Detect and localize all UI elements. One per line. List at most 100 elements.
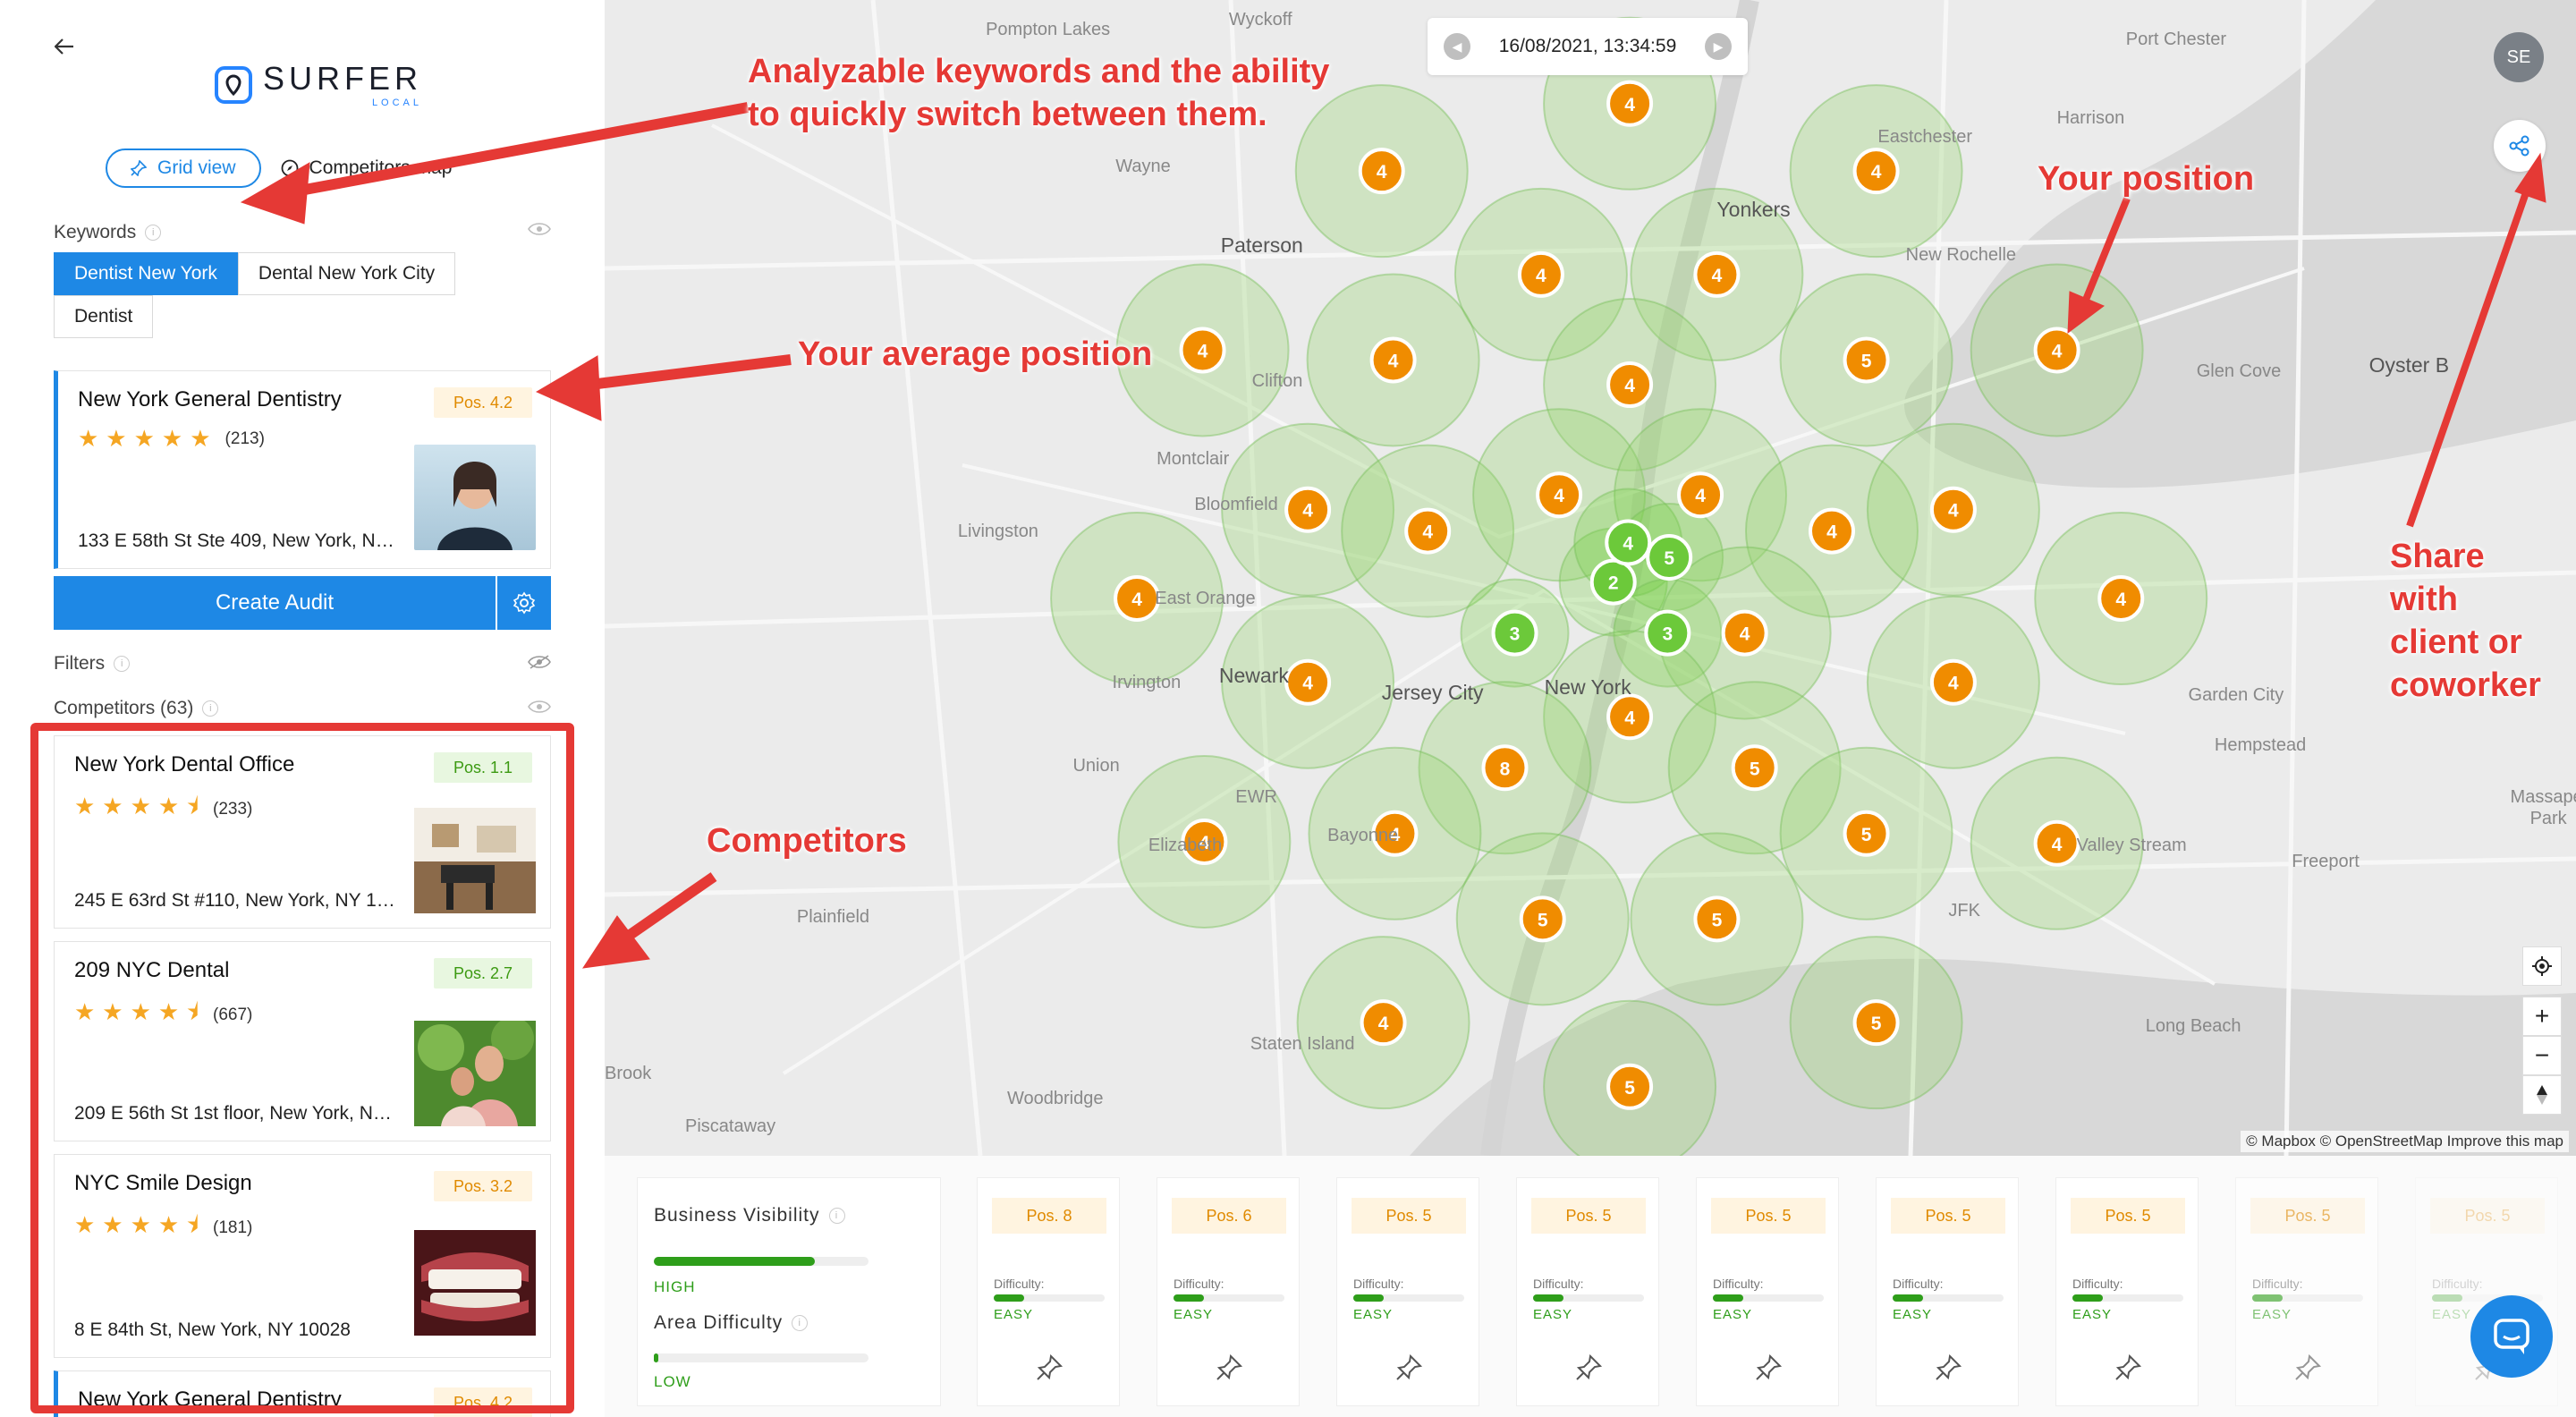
grid-point-marker[interactable]: 4 (1360, 999, 1407, 1047)
grid-point-marker[interactable]: 4 (1369, 336, 1417, 384)
create-audit-button[interactable]: Create Audit (54, 576, 551, 630)
share-button[interactable] (2494, 120, 2546, 172)
grid-point-rank: 4 (1131, 590, 1142, 610)
competitors-map-button[interactable]: Competitors map (281, 157, 460, 179)
pin-icon[interactable] (1035, 1353, 1063, 1382)
position-badge: Pos. 5 (1352, 1198, 1466, 1234)
grid-point-marker[interactable]: 5 (1852, 999, 1900, 1047)
grid-point-marker[interactable]: 4 (1605, 519, 1652, 566)
position-card[interactable]: Pos. 5 Difficulty: EASY (1516, 1177, 1659, 1406)
grid-point-marker[interactable]: 4 (1808, 507, 1855, 555)
annotation-average-position: Your average position (798, 335, 1153, 373)
pin-icon[interactable] (1934, 1353, 1962, 1382)
grid-point-rank: 4 (1740, 624, 1750, 645)
position-card[interactable]: Pos. 5 Difficulty: EASY (1696, 1177, 1839, 1406)
grid-point-marker[interactable]: 4 (1929, 658, 1977, 706)
avatar[interactable]: SE (2494, 32, 2544, 82)
grid-point-marker[interactable]: 4 (1606, 80, 1654, 127)
position-card[interactable]: Pos. 5 Difficulty: EASY (1336, 1177, 1479, 1406)
grid-point-marker[interactable]: 4 (2097, 574, 2145, 622)
pin-icon[interactable] (1394, 1353, 1423, 1382)
zoom-out-icon[interactable]: − (2522, 1036, 2562, 1075)
grid-point-marker[interactable]: 4 (1929, 486, 1977, 533)
info-icon[interactable]: i (202, 700, 219, 717)
position-card[interactable]: Pos. 8 Difficulty: EASY (977, 1177, 1120, 1406)
place-label: Bloomfield (1194, 495, 1278, 515)
grid-point-marker[interactable]: 3 (1491, 609, 1538, 657)
grid-point-marker[interactable]: 4 (2033, 327, 2080, 374)
info-icon[interactable]: i (828, 1208, 845, 1224)
chevron-right-icon[interactable]: ▶ (1704, 33, 1732, 60)
zoom-in-icon[interactable]: + (2522, 997, 2562, 1036)
grid-point-marker[interactable]: 5 (1843, 336, 1890, 384)
place-label: Irvington (1112, 672, 1182, 692)
grid-point-marker[interactable]: 4 (1606, 693, 1654, 741)
difficulty-value: EASY (1353, 1307, 1394, 1322)
grid-point-marker[interactable]: 4 (1852, 148, 1900, 195)
eye-icon[interactable] (528, 700, 551, 714)
grid-point-marker[interactable]: 2 (1589, 558, 1637, 606)
position-card[interactable]: Pos. 5 Difficulty: EASY (2055, 1177, 2199, 1406)
position-card[interactable]: Pos. 6 Difficulty: EASY (1157, 1177, 1300, 1406)
grid-point-marker[interactable]: 5 (1519, 895, 1566, 943)
grid-point-marker[interactable]: 4 (2033, 819, 2080, 867)
grid-point-marker[interactable]: 4 (1404, 507, 1452, 555)
grid-point-marker[interactable]: 4 (1721, 609, 1768, 657)
position-card[interactable]: Pos. 5 Difficulty: EASY (2415, 1177, 2558, 1406)
keyword-tab-dental-new-york-city[interactable]: Dental New York City (237, 252, 456, 295)
eye-icon[interactable] (528, 222, 551, 236)
chat-button[interactable] (2470, 1295, 2553, 1378)
area-difficulty-title: Area Difficulty i (654, 1312, 809, 1334)
grid-point-marker[interactable]: 8 (1481, 744, 1529, 792)
grid-point-marker[interactable]: 5 (1731, 744, 1778, 792)
grid-point-marker[interactable]: 4 (1693, 250, 1741, 298)
difficulty-bar-fill (2432, 1294, 2462, 1302)
eye-off-icon[interactable] (528, 655, 551, 669)
pin-icon[interactable] (1574, 1353, 1603, 1382)
place-label: Massape (2510, 787, 2576, 808)
info-icon[interactable]: i (792, 1315, 809, 1331)
pin-icon[interactable] (2293, 1353, 2322, 1382)
grid-point-marker[interactable]: 4 (1517, 250, 1564, 298)
grid-point-marker[interactable]: 4 (1536, 471, 1583, 519)
grid-point-marker[interactable]: 4 (1114, 574, 1161, 622)
locate-icon[interactable] (2522, 946, 2562, 986)
pin-icon[interactable] (1215, 1353, 1243, 1382)
info-icon[interactable]: i (114, 656, 131, 672)
grid-point-rank: 4 (2115, 590, 2126, 610)
keyword-tab-dentist[interactable]: Dentist (54, 295, 154, 338)
map[interactable]: 44444444544444444432453444485445455455 P… (605, 0, 2576, 1156)
place-label: Newark (1218, 664, 1289, 688)
grid-point-rank: 5 (1712, 910, 1723, 930)
position-card[interactable]: Pos. 5 Difficulty: EASY (2235, 1177, 2378, 1406)
grid-point-marker[interactable]: 4 (1179, 327, 1226, 374)
pin-icon[interactable] (1754, 1353, 1783, 1382)
keyword-tabs-row-1: Dentist New York Dental New York City (54, 252, 456, 295)
my-business-card[interactable]: New York General Dentistry Pos. 4.2 ★★★★… (54, 370, 551, 569)
business-name: New York General Dentistry (78, 387, 342, 412)
grid-point-marker[interactable]: 5 (1693, 895, 1741, 943)
grid-point-marker[interactable]: 4 (1358, 148, 1405, 195)
back-arrow-icon[interactable] (52, 34, 77, 59)
grid-point-marker[interactable]: 3 (1644, 609, 1691, 657)
grid-point-marker[interactable]: 4 (1284, 658, 1332, 706)
grid-point-marker[interactable]: 4 (1606, 361, 1654, 409)
chevron-left-icon[interactable]: ◀ (1444, 33, 1470, 60)
date-selector[interactable]: ◀ 16/08/2021, 13:34:59 ▶ (1428, 18, 1748, 75)
grid-point-marker[interactable]: 5 (1843, 810, 1890, 857)
grid-point-marker[interactable]: 5 (1606, 1063, 1654, 1110)
position-card[interactable]: Pos. 5 Difficulty: EASY (1876, 1177, 2019, 1406)
keyword-tab-dentist-new-york[interactable]: Dentist New York (54, 252, 238, 295)
grid-view-button[interactable]: Grid view (106, 148, 261, 188)
place-label: New Rochelle (1905, 244, 2017, 265)
difficulty-bar (994, 1294, 1105, 1302)
pin-icon[interactable] (2114, 1353, 2142, 1382)
average-position-badge: Pos. 4.2 (433, 387, 532, 418)
grid-point-marker[interactable]: 4 (1284, 486, 1332, 533)
map-attribution[interactable]: © Mapbox © OpenStreetMap Improve this ma… (2241, 1131, 2569, 1152)
info-icon[interactable]: i (145, 225, 162, 241)
compass-north-icon[interactable] (2522, 1075, 2562, 1115)
grid-point-marker[interactable]: 5 (1646, 534, 1693, 581)
gear-icon[interactable] (496, 576, 551, 630)
grid-point-marker[interactable]: 4 (1677, 471, 1724, 519)
